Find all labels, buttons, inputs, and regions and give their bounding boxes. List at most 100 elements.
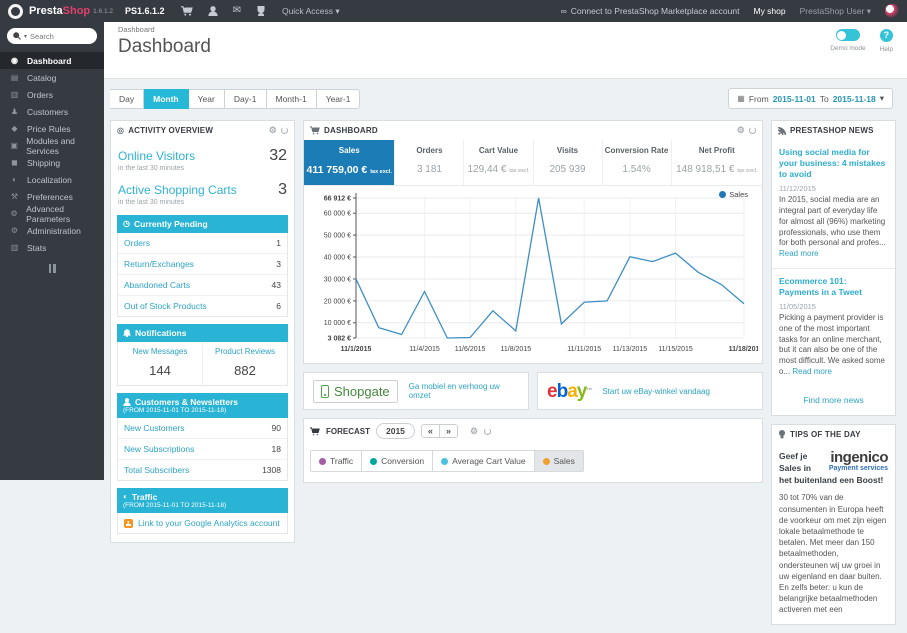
- news-column: PRESTASHOP NEWS Using social media for y…: [771, 120, 896, 633]
- sidebar-menu-item[interactable]: ◆ Price Rules: [0, 120, 104, 137]
- sidebar-menu-item[interactable]: ▣ Modules and Services: [0, 136, 104, 156]
- gear-icon[interactable]: ⚙: [737, 126, 745, 135]
- refresh-icon[interactable]: [281, 127, 288, 134]
- forecast-tab[interactable]: Sales: [534, 451, 583, 471]
- date-range-button[interactable]: Day: [110, 88, 145, 109]
- sidebar-menu-item[interactable]: ▥ Stats: [0, 239, 104, 256]
- sidebar-menu-item[interactable]: ◉ Dashboard: [0, 52, 104, 69]
- ebay-trademark: ™: [586, 387, 592, 394]
- gear-icon[interactable]: ⚙: [470, 426, 478, 436]
- refresh-icon[interactable]: [749, 127, 756, 134]
- notification-column[interactable]: New Messages 144: [118, 342, 202, 385]
- metric-box[interactable]: Conversion Rate 1.54%: [603, 140, 672, 185]
- read-more-link[interactable]: Read more: [792, 367, 832, 376]
- user-menu[interactable]: PrestaShop User ▾: [800, 6, 871, 17]
- article-title[interactable]: Ecommerce 101: Payments in a Tweet: [779, 276, 888, 298]
- forecast-tab-dot: [441, 457, 449, 465]
- sidebar-menu-item[interactable]: ⚙ Advanced Parameters: [0, 204, 104, 224]
- refresh-icon[interactable]: [484, 427, 492, 435]
- customers-row-value: 18: [271, 444, 281, 454]
- activity-icon: ◎: [117, 125, 125, 135]
- news-article[interactable]: Using social media for your business: 4 …: [772, 140, 895, 269]
- ebay-letter: b: [556, 380, 569, 402]
- ebay-link[interactable]: Start uw eBay-winkel vandaag: [602, 387, 710, 396]
- quick-access-menu[interactable]: Quick Access ▾: [282, 6, 340, 17]
- notification-label: Product Reviews: [214, 347, 276, 356]
- customers-row[interactable]: Total Subscribers 1308: [118, 460, 287, 480]
- user-avatar[interactable]: [885, 4, 899, 18]
- previous-year-button[interactable]: «: [421, 425, 439, 437]
- date-range-button[interactable]: Month-1: [266, 88, 317, 109]
- read-more-link[interactable]: Read more: [779, 249, 819, 258]
- sidebar-search[interactable]: ▾: [7, 28, 97, 44]
- date-picker[interactable]: ▦ From 2015-11-01 To 2015-11-18 ▾: [728, 88, 893, 109]
- sidebar-menu-item[interactable]: ⚙ Administration: [0, 222, 104, 239]
- date-range-button[interactable]: Year: [188, 88, 225, 109]
- sidebar-menu-item[interactable]: ◼ Shipping: [0, 154, 104, 171]
- sidebar-collapse-button[interactable]: [46, 264, 58, 273]
- customers-row[interactable]: New Subscriptions 18: [118, 439, 287, 460]
- search-scope-dropdown-icon[interactable]: ▾: [24, 33, 27, 40]
- article-excerpt: In 2015, social media are an integral pa…: [779, 195, 886, 248]
- metric-box[interactable]: Net Profit 148 918,51 € tax excl.: [672, 140, 762, 185]
- metric-value: 205 939: [549, 164, 586, 175]
- pending-row[interactable]: Abandoned Carts 43: [118, 275, 287, 296]
- sidebar-menu-item[interactable]: ♟ Customers: [0, 103, 104, 120]
- chart-legend[interactable]: Sales: [719, 190, 748, 199]
- metric-box[interactable]: Visits 205 939: [534, 140, 603, 185]
- activity-panel-title: ACTIVITY OVERVIEW: [128, 126, 214, 135]
- date-range-button[interactable]: Month: [144, 88, 189, 109]
- metric-value: 3 181: [416, 164, 442, 175]
- shopgate-link[interactable]: Ga mobiel en verhoog uw omzet: [409, 382, 519, 400]
- sidebar-menu-item[interactable]: ▤ Catalog: [0, 69, 104, 86]
- customers-row-label: Total Subscribers: [124, 465, 190, 475]
- pending-row[interactable]: Out of Stock Products 6: [118, 296, 287, 316]
- forecast-tab-dot: [370, 457, 378, 465]
- customers-row-label: New Subscriptions: [124, 444, 195, 454]
- forecast-tab[interactable]: Conversion: [362, 451, 434, 471]
- menu-item-icon: ♟: [10, 107, 19, 116]
- forecast-panel-title: FORECAST: [326, 426, 370, 436]
- news-article[interactable]: Ecommerce 101: Payments in a Tweet 11/05…: [772, 269, 895, 386]
- search-input[interactable]: [30, 31, 83, 41]
- person-icon[interactable]: [207, 6, 218, 16]
- notification-column[interactable]: Product Reviews 882: [202, 342, 287, 385]
- date-range-button[interactable]: Year-1: [316, 88, 361, 109]
- cart-icon[interactable]: [180, 6, 193, 16]
- next-year-button[interactable]: »: [438, 425, 457, 437]
- svg-text:20 000 €: 20 000 €: [324, 298, 351, 305]
- search-icon: [13, 32, 21, 40]
- ebay-letter: y: [576, 380, 588, 402]
- marketplace-connect-link[interactable]: ∞ Connect to PrestaShop Marketplace accou…: [561, 6, 740, 16]
- trophy-icon[interactable]: [256, 6, 266, 16]
- online-visitors-label[interactable]: Online Visitors: [118, 149, 195, 163]
- forecast-tab[interactable]: Traffic: [311, 451, 363, 471]
- metric-label: Cart Value: [478, 146, 519, 155]
- forecast-tab[interactable]: Average Cart Value: [433, 451, 535, 471]
- clock-icon: ◷: [123, 219, 130, 228]
- shopgate-banner[interactable]: Shopgate Ga mobiel en verhoog uw omzet: [303, 372, 529, 410]
- active-carts-label[interactable]: Active Shopping Carts: [118, 183, 237, 197]
- sidebar-menu-item[interactable]: ⚒ Preferences: [0, 188, 104, 205]
- pending-row[interactable]: Return/Exchanges 3: [118, 254, 287, 275]
- article-title[interactable]: Using social media for your business: 4 …: [779, 147, 888, 180]
- menu-item-icon: ▥: [10, 90, 19, 99]
- gear-icon[interactable]: ⚙: [269, 126, 277, 135]
- customers-row[interactable]: New Customers 90: [118, 418, 287, 439]
- sidebar-menu-item[interactable]: ◐ Localization: [0, 171, 104, 188]
- sidebar-menu-item[interactable]: ▥ Orders: [0, 86, 104, 103]
- breadcrumb[interactable]: Dashboard: [118, 25, 893, 34]
- metric-suffix: tax excl.: [370, 169, 392, 175]
- my-shop-link[interactable]: My shop: [753, 6, 785, 16]
- help-icon[interactable]: ?: [879, 29, 893, 42]
- demo-mode-toggle[interactable]: [835, 29, 860, 41]
- ebay-banner[interactable]: ebay™ Start uw eBay-winkel vandaag: [537, 372, 763, 410]
- metric-box[interactable]: Orders 3 181: [395, 140, 465, 185]
- metric-box[interactable]: Cart Value 129,44 € tax excl.: [464, 140, 534, 185]
- date-range-button[interactable]: Day-1: [224, 88, 267, 109]
- pending-row[interactable]: Orders 1: [118, 233, 287, 254]
- google-analytics-link[interactable]: Link to your Google Analytics account: [117, 513, 288, 534]
- find-more-news-link[interactable]: Find more news: [772, 386, 895, 415]
- envelope-icon[interactable]: ✉: [233, 6, 241, 16]
- metric-box[interactable]: Sales 411 759,00 € tax excl.: [304, 140, 396, 185]
